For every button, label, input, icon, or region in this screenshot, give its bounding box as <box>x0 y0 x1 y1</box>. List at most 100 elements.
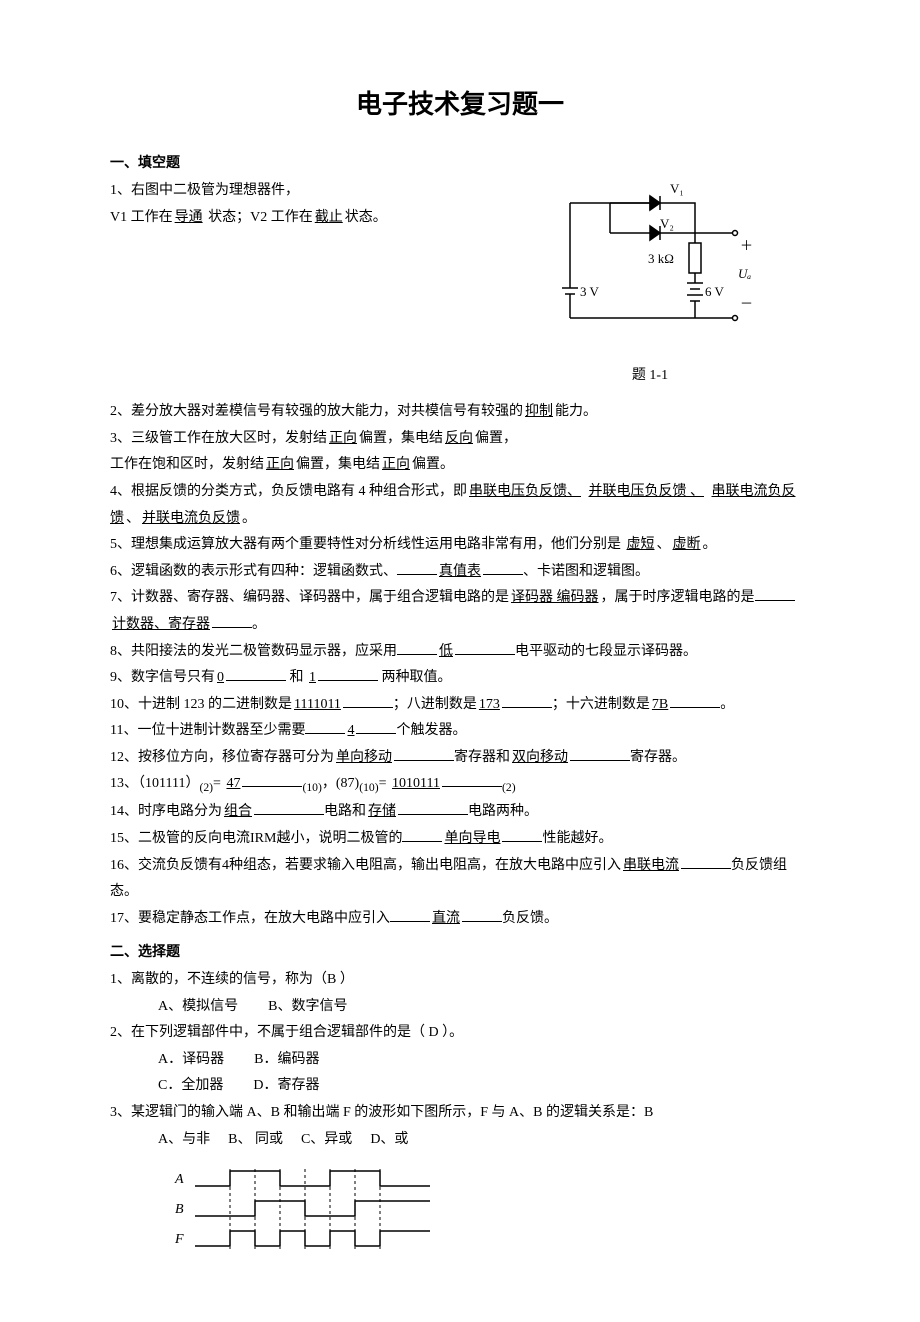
sub: (2) <box>199 781 213 794</box>
opt-a: A．译码器 <box>158 1052 224 1067</box>
label-6v: 6 V <box>705 284 725 299</box>
blank <box>570 746 630 761</box>
text: 、 <box>126 511 140 526</box>
blank <box>226 666 286 681</box>
label-r: 3 kΩ <box>648 251 674 266</box>
text: 、卡诺图和逻辑图。 <box>523 564 649 579</box>
text: 偏置，集电结 <box>296 457 380 472</box>
ans: 1111011 <box>292 697 343 712</box>
ans: 1010111 <box>390 776 442 791</box>
waveform-svg: A B F <box>170 1161 470 1251</box>
ans: 正向 <box>264 457 296 472</box>
text: 3、三级管工作在放大区时，发射结 <box>110 431 327 446</box>
ans: 并联电流负反馈 <box>140 511 242 526</box>
ans: 正向 <box>380 457 412 472</box>
text: 9、数字信号只有 <box>110 670 215 685</box>
fill-q12: 12、按移位方向，移位寄存器可分为单向移动寄存器和双向移动寄存器。 <box>110 745 810 772</box>
fill-q3b: 工作在饱和区时，发射结正向偏置，集电结正向偏置。 <box>110 452 810 479</box>
blank <box>305 719 345 734</box>
fill-q3: 3、三级管工作在放大区时，发射结正向偏置，集电结反向偏置， <box>110 426 810 453</box>
blank <box>670 693 720 708</box>
ans: 173 <box>477 697 502 712</box>
choice-q2-opts2: C．全加器D．寄存器 <box>110 1073 810 1100</box>
choice-q2: 2、在下列逻辑部件中，不属于组合逻辑部件的是（ D ）。 <box>110 1020 810 1047</box>
blank <box>755 586 795 601</box>
ans: 7B <box>650 697 670 712</box>
section-1-title: 一、填空题 <box>110 149 810 176</box>
text: 两种取值。 <box>378 670 452 685</box>
blank <box>356 719 396 734</box>
text: 16、交流负反馈有4种组态，若要求输入电阻高，输出电阻高，在放大电路中应引入 <box>110 858 621 873</box>
wave-label-b: B <box>175 1202 184 1217</box>
text: 8、共阳接法的发光二极管数码显示器，应采用 <box>110 644 397 659</box>
ans: 串联电压负反馈、 <box>467 484 583 499</box>
text: 6、逻辑函数的表示形式有四种：逻辑函数式、 <box>110 564 397 579</box>
opt-d: D、或 <box>370 1132 408 1147</box>
ans: 单向导电 <box>442 831 502 846</box>
ans: 47 <box>224 776 242 791</box>
fill-q6: 6、逻辑函数的表示形式有四种：逻辑函数式、真值表、卡诺图和逻辑图。 <box>110 559 810 586</box>
ans: 组合 <box>222 804 254 819</box>
ans: 1 <box>307 670 318 685</box>
fill-q9: 9、数字信号只有0 和 1 两种取值。 <box>110 665 810 692</box>
circuit-svg: V₁ V₂ 3 kΩ 3 V 6 V ＋ Uₐ － <box>540 178 760 348</box>
text: 7、计数器、寄存器、编码器、译码器中，属于组合逻辑电路的是 <box>110 590 509 605</box>
text: 14、时序电路分为 <box>110 804 222 819</box>
ans: 虚短 <box>625 537 657 552</box>
sub: (10) <box>359 781 378 794</box>
blank <box>397 640 437 655</box>
blank <box>681 854 731 869</box>
blank <box>502 693 552 708</box>
fill-q10: 10、十进制 123 的二进制数是1111011；八进制数是173；十六进制数是… <box>110 692 810 719</box>
sub: (2) <box>502 781 516 794</box>
fill-q8: 8、共阳接法的发光二极管数码显示器，应采用低电平驱动的七段显示译码器。 <box>110 639 810 666</box>
blank <box>502 827 542 842</box>
text: 10、十进制 123 的二进制数是 <box>110 697 292 712</box>
text: 状态；V2 工作在 <box>205 210 313 225</box>
ans: 双向移动 <box>510 750 570 765</box>
text: 、 <box>657 537 671 552</box>
text: 4、根据反馈的分类方式，负反馈电路有 4 种组合形式，即 <box>110 484 467 499</box>
fill-q15: 15、二极管的反向电流IRM越小，说明二极管的单向导电性能越好。 <box>110 826 810 853</box>
text: 11、一位十进制计数器至少需要 <box>110 723 305 738</box>
circuit-figure: V₁ V₂ 3 kΩ 3 V 6 V ＋ Uₐ － 题 1-1 <box>520 178 780 389</box>
waveform-figure: A B F <box>170 1161 810 1262</box>
blank <box>343 693 393 708</box>
ans: 单向移动 <box>334 750 394 765</box>
text: 偏置， <box>475 431 517 446</box>
text: 。 <box>252 617 266 632</box>
text: 状态。 <box>345 210 387 225</box>
text: 15、二极管的反向电流IRM越小，说明二极管的 <box>110 831 402 846</box>
text: 寄存器。 <box>630 750 686 765</box>
blank <box>394 746 454 761</box>
text: 。 <box>703 537 717 552</box>
fill-q11: 11、一位十进制计数器至少需要4个触发器。 <box>110 718 810 745</box>
blank <box>483 560 523 575</box>
opt-a: A、模拟信号 <box>158 999 238 1014</box>
blank <box>254 800 324 815</box>
fill-q16: 16、交流负反馈有4种组态，若要求输入电阻高，输出电阻高，在放大电路中应引入串联… <box>110 853 810 906</box>
blank <box>402 827 442 842</box>
choice-q2-opts1: A．译码器B．编码器 <box>110 1047 810 1074</box>
opt-b: B、 同或 <box>228 1132 283 1147</box>
text: ；十六进制数是 <box>552 697 650 712</box>
blank <box>462 907 502 922</box>
choice-q3-opts: A、与非B、 同或C、异或D、或 <box>110 1127 810 1154</box>
label-3v: 3 V <box>580 284 600 299</box>
text: 5、理想集成运算放大器有两个重要特性对分析线性运用电路非常有用，他们分别是 <box>110 537 621 552</box>
text: 13、（101111） <box>110 776 199 791</box>
text: 和 <box>286 670 307 685</box>
text: = <box>213 776 224 791</box>
fill-q17: 17、要稳定静态工作点，在放大电路中应引入直流负反馈。 <box>110 906 810 933</box>
choice-q3: 3、某逻辑门的输入端 A、B 和输出端 F 的波形如下图所示，F 与 A、B 的… <box>110 1100 810 1127</box>
wave-label-a: A <box>174 1172 184 1187</box>
opt-c: C、异或 <box>301 1132 352 1147</box>
blank <box>455 640 515 655</box>
ans: 计数器、寄存器 <box>110 617 212 632</box>
text: = <box>379 776 390 791</box>
text: 17、要稳定静态工作点，在放大电路中应引入 <box>110 911 390 926</box>
blank <box>212 613 252 628</box>
circuit-caption: 题 1-1 <box>520 363 780 390</box>
ans: 截止 <box>313 210 345 225</box>
text: 能力。 <box>555 404 597 419</box>
